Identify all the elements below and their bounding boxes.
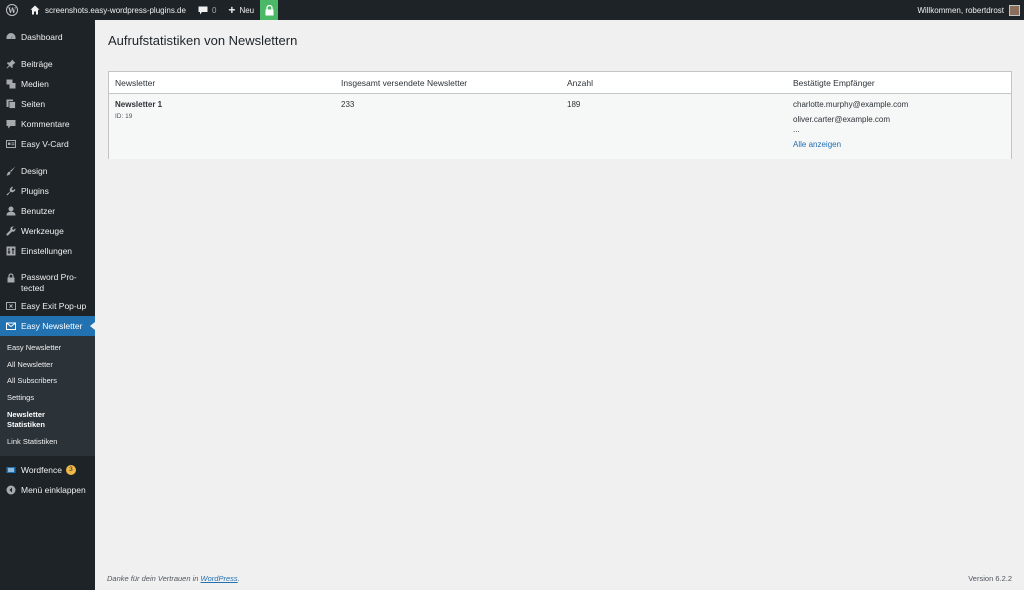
sidebar-item-label: Easy Exit Pop-up: [21, 301, 87, 311]
column-header-newsletter: Newsletter: [115, 77, 156, 88]
table-header-row: Newsletter Insgesamt versendete Newslett…: [109, 72, 1011, 94]
plugin-icon: [6, 186, 16, 196]
footer-thanks-text: Danke für dein Vertrauen in: [107, 574, 199, 583]
sidebar-item-collapse-menu[interactable]: Menü einklappen: [0, 480, 95, 500]
avatar: [1009, 4, 1020, 16]
easy-newsletter-submenu: Easy Newsletter All Newsletter All Subsc…: [0, 336, 95, 456]
sidebar-item-easy-newsletter[interactable]: Easy Newsletter: [0, 316, 95, 336]
footer-thanks: Danke für dein Vertrauen in WordPress.: [107, 574, 240, 583]
lock-icon: [265, 4, 274, 15]
table-row: Newsletter 1 ID: 19 233 189 charlotte.mu…: [109, 94, 1011, 159]
sidebar-item-wordfence[interactable]: Wordfence 3: [0, 460, 95, 480]
newsletter-name: Newsletter 1: [115, 100, 163, 109]
pin-icon: [6, 59, 16, 69]
wordpress-link[interactable]: WordPress: [201, 574, 238, 583]
cell-newsletter: Newsletter 1 ID: 19: [109, 100, 335, 159]
sidebar-item-password-protected[interactable]: Password Pro-tected: [0, 268, 95, 294]
cell-count: 189: [567, 100, 581, 109]
submenu-item-all-subscribers[interactable]: All Subscribers: [0, 373, 95, 390]
sidebar-item-design[interactable]: Design: [0, 161, 95, 181]
mail-icon: [6, 321, 16, 331]
site-name-link[interactable]: screenshots.easy-wordpress-plugins.de: [24, 0, 192, 20]
wordpress-logo-button[interactable]: W: [0, 0, 24, 20]
sidebar-item-label: Dashboard: [21, 32, 63, 42]
comments-link[interactable]: 0: [192, 0, 222, 20]
column-header-count: Anzahl: [567, 77, 593, 88]
sidebar-item-easy-v-card[interactable]: Easy V-Card: [0, 134, 95, 154]
admin-sidebar: Dashboard Beiträge Medien Seiten Komment…: [0, 20, 95, 590]
newsletter-id: ID: 19: [115, 113, 133, 120]
sidebar-item-label: Kommentare: [21, 119, 70, 129]
wordpress-icon: W: [6, 4, 18, 16]
sidebar-item-medien[interactable]: Medien: [0, 74, 95, 94]
wordfence-icon: [6, 465, 16, 475]
sidebar-item-kommentare[interactable]: Kommentare: [0, 114, 95, 134]
column-header-total-sent: Insgesamt versendete Newsletter: [341, 77, 468, 88]
sidebar-item-plugins[interactable]: Plugins: [0, 181, 95, 201]
user-icon: [6, 206, 16, 216]
sidebar-item-label: Benutzer: [21, 206, 56, 216]
media-icon: [6, 79, 16, 89]
footer-thanks-suffix: .: [237, 574, 240, 583]
newsletter-stats-table: Newsletter Insgesamt versendete Newslett…: [108, 71, 1012, 159]
dashboard-icon: [6, 32, 16, 42]
footer-version: Version 6.2.2: [968, 574, 1012, 583]
vcard-icon: [6, 139, 16, 149]
sidebar-item-label: Menü einklappen: [21, 484, 86, 495]
page-title: Aufrufstatistiken von Newslettern: [108, 33, 298, 48]
admin-bar: W screenshots.easy-wordpress-plugins.de …: [0, 0, 1024, 20]
wrench-icon: [6, 226, 16, 236]
sidebar-item-label: Werkzeuge: [21, 226, 64, 236]
sidebar-item-label: Design: [21, 166, 48, 176]
sidebar-item-label: Medien: [21, 79, 49, 89]
update-count-badge: 3: [65, 464, 76, 475]
sidebar-item-beitraege[interactable]: Beiträge: [0, 54, 95, 74]
sidebar-item-label: Password Pro-tected: [21, 272, 77, 293]
brush-icon: [6, 166, 16, 176]
cell-confirmed-recipients: charlotte.murphy@example.com oliver.cart…: [787, 100, 1011, 159]
sidebar-item-label: Wordfence: [21, 464, 62, 475]
sidebar-item-label: Beiträge: [21, 59, 53, 69]
plus-icon: +: [228, 3, 236, 17]
welcome-text: Willkommen, robertdrost: [917, 5, 1004, 15]
cell-total-sent: 233: [341, 100, 355, 109]
column-header-confirmed-recipients: Bestätigte Empfänger: [793, 77, 875, 88]
sidebar-item-einstellungen[interactable]: Einstellungen: [0, 241, 95, 261]
sidebar-item-seiten[interactable]: Seiten: [0, 94, 95, 114]
pages-icon: [6, 99, 16, 109]
lock-icon: [6, 273, 16, 283]
sidebar-item-label: Easy V-Card: [21, 139, 69, 149]
more-recipients-ellipsis: ...: [793, 125, 800, 134]
sidebar-item-label: Seiten: [21, 99, 46, 109]
sidebar-item-benutzer[interactable]: Benutzer: [0, 201, 95, 221]
new-content-button[interactable]: + Neu: [222, 0, 260, 20]
submenu-item-newsletter-statistiken[interactable]: Newsletter Statistiken: [0, 406, 74, 433]
submenu-item-link-statistiken[interactable]: Link Statistiken: [0, 433, 95, 450]
sidebar-item-dashboard[interactable]: Dashboard: [0, 27, 95, 47]
new-label: Neu: [239, 5, 255, 15]
submenu-item-settings[interactable]: Settings: [0, 390, 95, 407]
recipient-email: charlotte.murphy@example.com: [793, 100, 909, 109]
main-content: Aufrufstatistiken von Newslettern Newsle…: [95, 20, 1024, 590]
password-protected-lock-button[interactable]: [260, 0, 279, 20]
sidebar-item-label: Easy Newsletter: [21, 321, 83, 331]
comment-icon: [6, 119, 16, 129]
home-icon: [30, 5, 40, 15]
comment-bubble-icon: [198, 6, 208, 14]
settings-icon: [6, 246, 16, 256]
recipient-email: oliver.carter@example.com: [793, 115, 891, 124]
submenu-item-all-newsletter[interactable]: All Newsletter: [0, 357, 95, 374]
sidebar-item-label: Plugins: [21, 186, 49, 196]
site-name: screenshots.easy-wordpress-plugins.de: [45, 5, 186, 15]
submenu-item-easy-newsletter[interactable]: Easy Newsletter: [0, 340, 95, 357]
account-menu[interactable]: Willkommen, robertdrost: [911, 0, 1024, 20]
collapse-icon: [6, 485, 16, 495]
popup-icon: [6, 301, 16, 311]
comments-count: 0: [211, 5, 217, 15]
sidebar-item-label: Einstellungen: [21, 246, 73, 256]
sidebar-item-easy-exit-popup[interactable]: Easy Exit Pop-up: [0, 296, 95, 316]
sidebar-item-werkzeuge[interactable]: Werkzeuge: [0, 221, 95, 241]
show-all-recipients-link[interactable]: Alle anzeigen: [793, 140, 1011, 149]
